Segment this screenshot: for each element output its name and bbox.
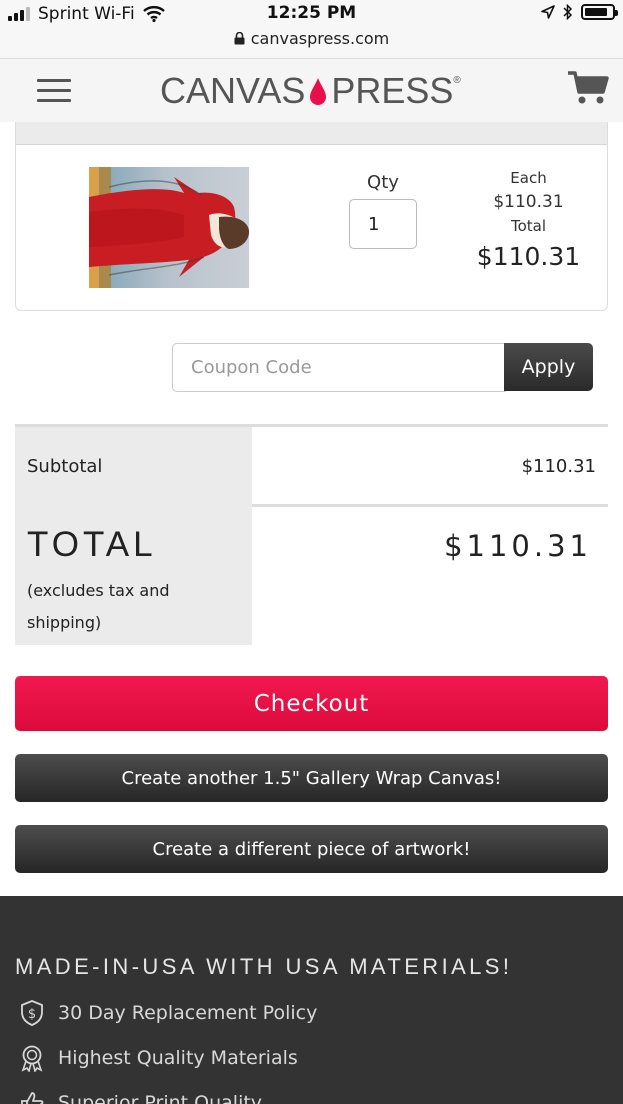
ink-drop-icon <box>310 78 327 105</box>
status-bar: Sprint Wi-Fi 12:25 PM canvaspress.com <box>0 0 623 58</box>
grand-total-note: (excludes tax and shipping) <box>27 581 170 632</box>
item-total-price: $110.31 <box>476 242 581 271</box>
url-text: canvaspress.com <box>250 29 390 48</box>
grand-total-label-cell: TOTAL (excludes tax and shipping) <box>15 507 252 645</box>
grand-total-value: $110.31 <box>444 529 592 563</box>
price-column: Each $110.31 Total $110.31 <box>471 167 586 277</box>
footer-item-print-quality[interactable]: Superior Print Quality <box>19 1089 262 1104</box>
footer-item-label: 30 Day Replacement Policy <box>58 1002 318 1024</box>
cart-item-header-bar <box>15 122 608 144</box>
status-icons <box>541 4 618 20</box>
subtotal-label-cell: Subtotal <box>15 427 252 507</box>
clock: 12:25 PM <box>266 3 357 23</box>
lock-icon <box>234 31 245 45</box>
battery-icon <box>581 4 618 20</box>
footer-item-replacement-policy[interactable]: $ 30 Day Replacement Policy <box>19 999 317 1027</box>
each-price: $110.31 <box>493 192 564 212</box>
shopping-cart-icon[interactable] <box>567 70 609 106</box>
hamburger-icon[interactable] <box>37 79 71 103</box>
footer-item-label: Highest Quality Materials <box>58 1047 298 1069</box>
award-ribbon-icon <box>21 1045 43 1072</box>
grand-total-label: TOTAL <box>27 525 157 564</box>
footer-heading: MADE-IN-USA WITH USA MATERIALS! <box>15 954 513 979</box>
shield-dollar-icon: $ <box>21 1000 43 1026</box>
item-total-label: Total <box>510 217 547 235</box>
order-totals: Subtotal $110.31 TOTAL (excludes tax and… <box>15 424 608 645</box>
footer: MADE-IN-USA WITH USA MATERIALS! $ 30 Day… <box>0 896 623 1104</box>
subtotal-label: Subtotal <box>27 456 103 477</box>
svg-text:$: $ <box>28 1007 36 1022</box>
qty-label: Qty <box>367 172 399 193</box>
create-different-artwork-button[interactable]: Create a different piece of artwork! <box>15 825 608 873</box>
url-bar[interactable]: canvaspress.com <box>0 29 623 48</box>
apply-coupon-button[interactable]: Apply <box>504 343 593 391</box>
cart-item: Qty Each $110.31 Total $110.31 <box>15 144 608 311</box>
artwork-thumbnail[interactable] <box>89 167 249 288</box>
location-arrow-icon <box>541 5 555 19</box>
grand-total-row: TOTAL (excludes tax and shipping) $110.3… <box>15 507 608 645</box>
bluetooth-icon <box>563 4 573 20</box>
thumbs-up-icon <box>21 1092 44 1104</box>
subtotal-value: $110.31 <box>521 456 596 477</box>
logo-text-right: PRESS <box>331 70 454 111</box>
create-another-canvas-button[interactable]: Create another 1.5" Gallery Wrap Canvas! <box>15 754 608 802</box>
site-header: CANVAS PRESS ® <box>0 58 623 122</box>
canvas-press-logo[interactable]: CANVAS PRESS ® <box>160 70 461 111</box>
each-label: Each <box>510 169 547 187</box>
registered-mark: ® <box>453 75 461 86</box>
qty-input[interactable] <box>349 199 417 249</box>
checkout-button[interactable]: Checkout <box>15 676 608 731</box>
logo-text-left: CANVAS <box>160 70 306 111</box>
footer-item-quality-materials[interactable]: Highest Quality Materials <box>19 1044 298 1072</box>
coupon-code-input[interactable] <box>172 343 506 392</box>
footer-item-label: Superior Print Quality <box>58 1092 263 1104</box>
subtotal-row: Subtotal $110.31 <box>15 427 608 507</box>
